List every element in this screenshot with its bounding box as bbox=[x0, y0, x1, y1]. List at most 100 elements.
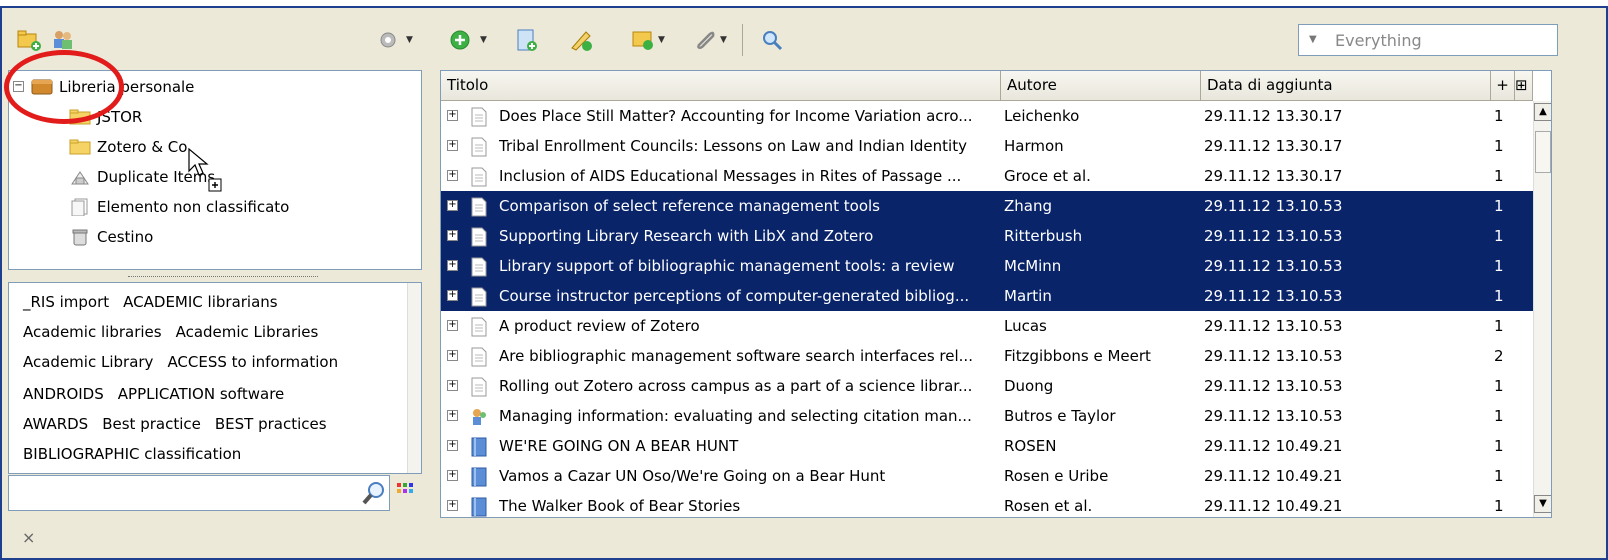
column-header-title[interactable]: Titolo bbox=[441, 71, 1001, 100]
table-row[interactable]: + Supporting Library Research with LibX a… bbox=[441, 221, 1533, 251]
table-row[interactable]: + Vamos a Cazar UN Oso/We're Going on a B… bbox=[441, 461, 1533, 491]
item-count: 1 bbox=[1494, 167, 1504, 185]
tag-selector: _RIS import ACADEMIC librarians Academic … bbox=[8, 282, 422, 474]
row-expand-toggle[interactable]: + bbox=[447, 350, 458, 361]
item-title: Comparison of select reference managemen… bbox=[499, 197, 880, 215]
scroll-up-button[interactable]: ▲ bbox=[1534, 103, 1551, 121]
scroll-thumb[interactable] bbox=[1535, 131, 1551, 173]
add-dropdown-icon[interactable]: ▼ bbox=[480, 35, 487, 45]
tags-scrollbar[interactable] bbox=[407, 283, 421, 473]
row-expand-toggle[interactable]: + bbox=[447, 470, 458, 481]
item-date-added: 29.11.12 13.10.53 bbox=[1204, 257, 1343, 275]
close-pane-icon[interactable]: × bbox=[22, 528, 35, 547]
item-date-added: 29.11.12 13.10.53 bbox=[1204, 317, 1343, 335]
row-expand-toggle[interactable]: + bbox=[447, 230, 458, 241]
table-row[interactable]: + Comparison of select reference manageme… bbox=[441, 191, 1533, 221]
magnifier-icon[interactable] bbox=[361, 480, 387, 506]
table-row[interactable]: + Inclusion of AIDS Educational Messages … bbox=[441, 161, 1533, 191]
item-title: Library support of bibliographic managem… bbox=[499, 257, 955, 275]
item-date-added: 29.11.12 13.10.53 bbox=[1204, 197, 1343, 215]
add-by-identifier-icon[interactable] bbox=[448, 28, 474, 52]
pane-splitter-horizontal[interactable] bbox=[8, 271, 422, 281]
attachment-dropdown-icon[interactable]: ▼ bbox=[658, 35, 665, 45]
actions-gear-icon[interactable] bbox=[376, 28, 402, 52]
table-row[interactable]: + Managing information: evaluating and se… bbox=[441, 401, 1533, 431]
item-author: ROSEN bbox=[1004, 437, 1057, 455]
tag[interactable]: AWARDS bbox=[23, 415, 88, 433]
table-row[interactable]: + The Walker Book of Bear Stories Rosen et… bbox=[441, 491, 1533, 517]
table-row[interactable]: + Are bibliographic management software s… bbox=[441, 341, 1533, 371]
actions-dropdown-icon[interactable]: ▼ bbox=[406, 35, 413, 45]
tag[interactable]: BEST practices bbox=[215, 415, 327, 433]
document-icon bbox=[471, 227, 487, 247]
item-date-added: 29.11.12 10.49.21 bbox=[1204, 497, 1343, 515]
item-author: Martin bbox=[1004, 287, 1052, 305]
table-row[interactable]: + A product review of Zotero Lucas 29.11.12… bbox=[441, 311, 1533, 341]
search-mode-dropdown-icon[interactable]: ▼ bbox=[1309, 34, 1317, 45]
row-expand-toggle[interactable]: + bbox=[447, 290, 458, 301]
table-row[interactable]: + Does Place Still Matter? Accounting for… bbox=[441, 101, 1533, 131]
collection-item-trash[interactable]: Cestino bbox=[69, 223, 153, 251]
column-header-date-added[interactable]: Data di aggiunta bbox=[1201, 71, 1491, 100]
collection-item-zotero-co[interactable]: Zotero & Co. bbox=[69, 133, 192, 161]
tag[interactable]: Academic Library bbox=[23, 353, 153, 371]
tag[interactable]: BIBLIOGRAPHIC classification bbox=[23, 445, 241, 463]
items-scrollbar[interactable]: ▲ ▼ bbox=[1533, 101, 1551, 517]
document-icon bbox=[471, 257, 487, 277]
item-count: 1 bbox=[1494, 377, 1504, 395]
add-note-icon[interactable] bbox=[568, 28, 594, 52]
collection-item-unfiled[interactable]: Elemento non classificato bbox=[69, 193, 289, 221]
tag[interactable]: APPLICATION software bbox=[118, 385, 285, 403]
tag-line: Academic libraries Academic Libraries bbox=[23, 323, 332, 341]
item-title: Supporting Library Research with LibX an… bbox=[499, 227, 874, 245]
table-row[interactable]: + Rolling out Zotero across campus as a p… bbox=[441, 371, 1533, 401]
tag-filter-input[interactable] bbox=[8, 475, 390, 511]
table-row[interactable]: + Tribal Enrollment Councils: Lessons on … bbox=[441, 131, 1533, 161]
row-expand-toggle[interactable]: + bbox=[447, 110, 458, 121]
row-expand-toggle[interactable]: + bbox=[447, 380, 458, 391]
tag[interactable]: ACCESS to information bbox=[167, 353, 338, 371]
column-header-plus[interactable]: + bbox=[1491, 71, 1515, 100]
item-count: 1 bbox=[1494, 467, 1504, 485]
row-expand-toggle[interactable]: + bbox=[447, 440, 458, 451]
toolbar: ▼ ▼ ▼ ▼ ▼ Everything bbox=[2, 10, 1604, 68]
item-date-added: 29.11.12 13.10.53 bbox=[1204, 347, 1343, 365]
scroll-down-button[interactable]: ▼ bbox=[1534, 495, 1551, 513]
search-input[interactable]: ▼ Everything bbox=[1298, 24, 1558, 56]
search-icon[interactable] bbox=[760, 28, 786, 52]
tag[interactable]: Academic Libraries bbox=[176, 323, 319, 341]
item-title: WE'RE GOING ON A BEAR HUNT bbox=[499, 437, 739, 455]
tag-line: AWARDS Best practice BEST practices bbox=[23, 415, 341, 433]
tag[interactable]: Best practice bbox=[102, 415, 201, 433]
annotation-circle bbox=[4, 50, 124, 124]
row-expand-toggle[interactable]: + bbox=[447, 260, 458, 271]
row-expand-toggle[interactable]: + bbox=[447, 170, 458, 181]
pane-splitter-vertical[interactable] bbox=[424, 70, 436, 518]
document-icon bbox=[471, 137, 487, 157]
item-author: Fitzgibbons e Meert bbox=[1004, 347, 1151, 365]
row-expand-toggle[interactable]: + bbox=[447, 200, 458, 211]
new-group-icon[interactable] bbox=[50, 28, 76, 52]
row-expand-toggle[interactable]: + bbox=[447, 320, 458, 331]
collection-label: Zotero & Co. bbox=[97, 138, 192, 156]
row-expand-toggle[interactable]: + bbox=[447, 500, 458, 511]
tag[interactable]: ACADEMIC librarians bbox=[123, 293, 277, 311]
document-icon bbox=[471, 197, 487, 217]
left-pane: − Libreria personale JSTOR Zotero & Co. … bbox=[8, 70, 422, 518]
paperclip-icon[interactable] bbox=[692, 28, 718, 52]
tag-color-menu-icon[interactable] bbox=[396, 482, 414, 500]
table-row[interactable]: + Library support of bibliographic manage… bbox=[441, 251, 1533, 281]
table-row[interactable]: + Course instructor perceptions of comput… bbox=[441, 281, 1533, 311]
column-picker-icon[interactable]: ⊞ bbox=[1515, 71, 1533, 100]
tag[interactable]: ANDROIDS bbox=[23, 385, 104, 403]
new-item-icon[interactable] bbox=[514, 28, 540, 52]
column-header-author[interactable]: Autore bbox=[1001, 71, 1201, 100]
tag[interactable]: Academic libraries bbox=[23, 323, 162, 341]
tag[interactable]: _RIS import bbox=[23, 293, 109, 311]
table-row[interactable]: + WE'RE GOING ON A BEAR HUNT ROSEN 29.11.12… bbox=[441, 431, 1533, 461]
row-expand-toggle[interactable]: + bbox=[447, 140, 458, 151]
add-attachment-icon[interactable] bbox=[630, 28, 656, 52]
new-collection-icon[interactable] bbox=[16, 28, 42, 52]
row-expand-toggle[interactable]: + bbox=[447, 410, 458, 421]
link-dropdown-icon[interactable]: ▼ bbox=[720, 35, 727, 45]
